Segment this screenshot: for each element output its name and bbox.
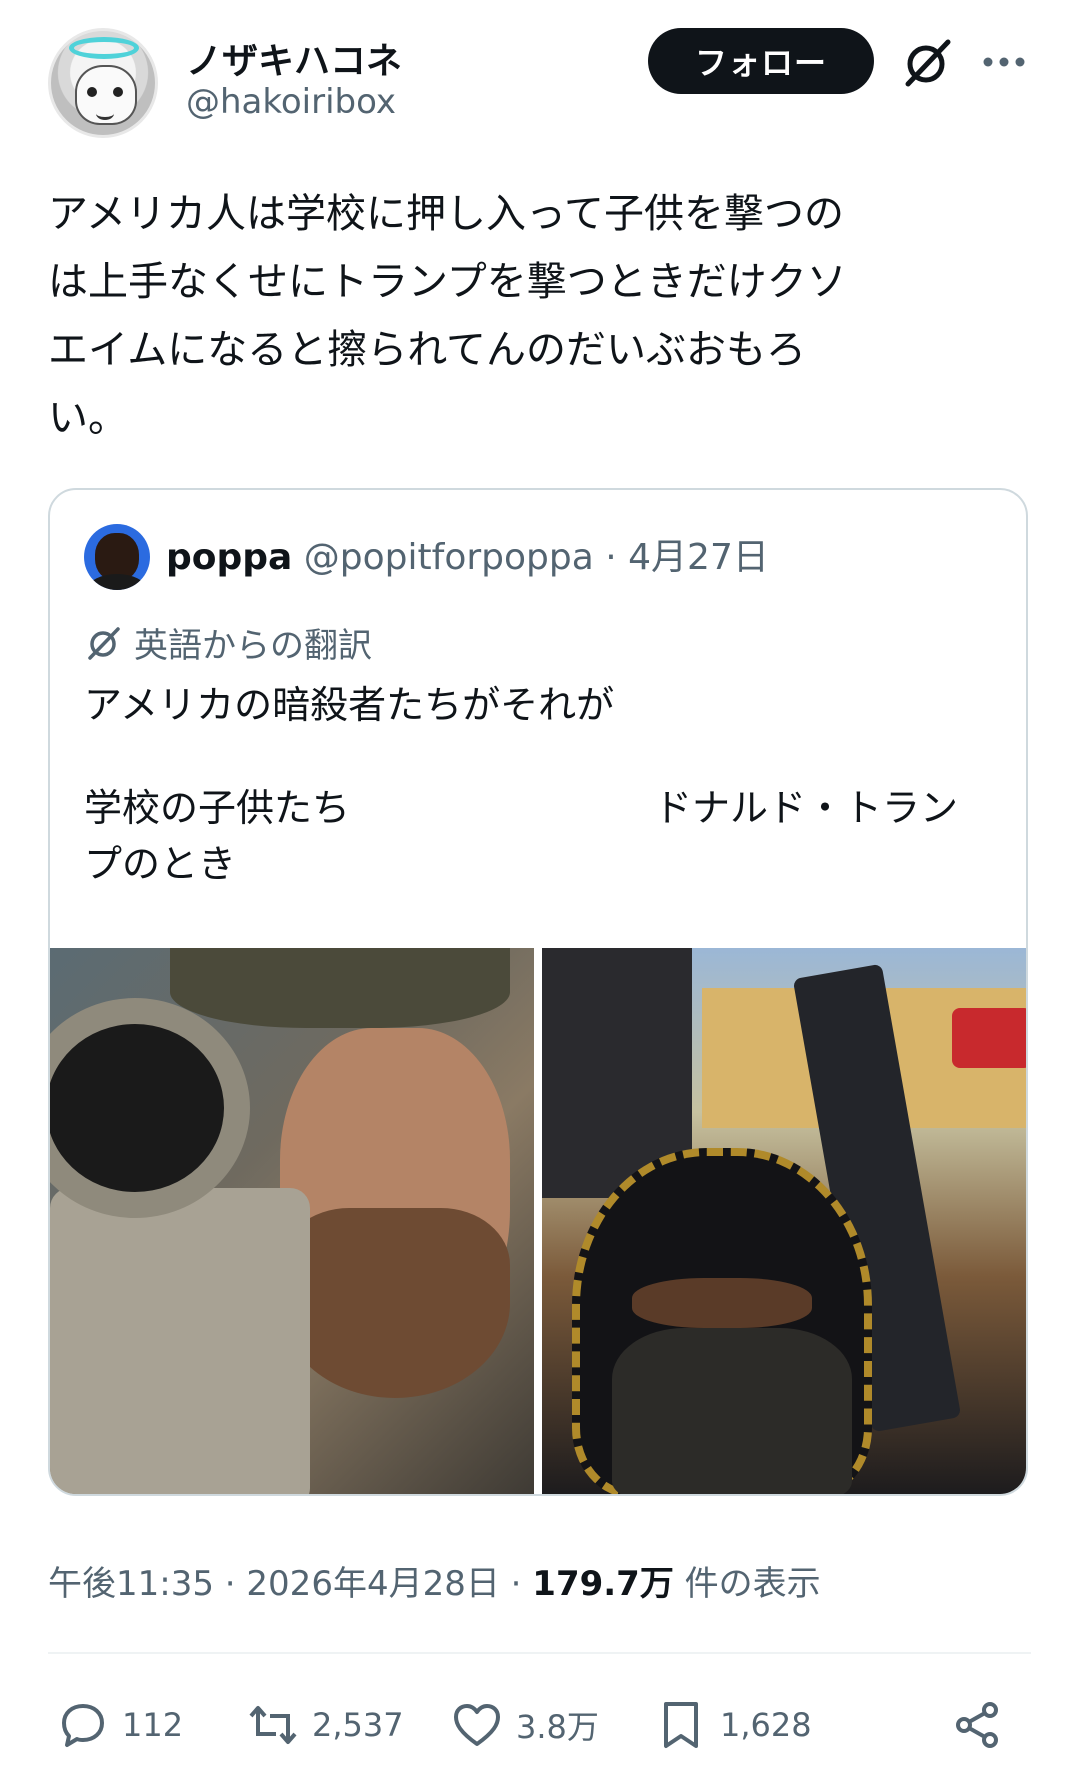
author-display-name[interactable]: ノザキハコネ [186, 32, 402, 84]
meta-separator: · [510, 1564, 522, 1604]
grok-icon[interactable] [900, 34, 956, 90]
meta-separator: · [224, 1564, 236, 1604]
reply-icon [62, 1704, 104, 1747]
quote-header: poppa @popitforpoppa · 4月27日 [166, 528, 769, 580]
image-eyes [632, 1278, 812, 1328]
like-count: 3.8万 [516, 1708, 599, 1746]
quote-separator: · [605, 537, 617, 578]
quote-avatar[interactable] [84, 524, 150, 590]
quote-avatar-shoulders [88, 574, 146, 590]
quote-caption-left: 学校の子供たち [84, 786, 351, 830]
reply-button[interactable]: 112 [56, 1690, 183, 1760]
more-icon[interactable] [976, 34, 1032, 90]
media-image-sniper[interactable] [50, 948, 534, 1494]
image-cap [170, 948, 510, 1028]
repost-count: 2,537 [312, 1706, 404, 1744]
share-button[interactable] [950, 1690, 1004, 1760]
bookmark-count: 1,628 [720, 1706, 812, 1744]
avatar-mouth [96, 107, 114, 120]
quote-media [50, 948, 1026, 1494]
tweet-text: アメリカ人は学校に押し入って子供を撃つの は上手なくせにトランプを撃つときだけク… [48, 191, 847, 441]
divider [48, 1652, 1031, 1654]
bookmark-button[interactable]: 1,628 [654, 1690, 812, 1760]
author-avatar[interactable] [48, 28, 158, 138]
avatar-halo [69, 37, 139, 59]
reply-count: 112 [122, 1706, 184, 1744]
action-bar: 112 2,537 3.8万 1,628 [48, 1690, 1031, 1760]
avatar-eye-left [87, 87, 97, 97]
repost-icon [249, 1706, 297, 1744]
bookmark-icon [664, 1702, 698, 1748]
avatar-eye-right [113, 87, 123, 97]
translation-label: 英語からの翻訳 [84, 618, 372, 667]
quote-caption-right: ドナルド・トラン [654, 786, 959, 830]
image-rifle-stock [50, 1188, 310, 1494]
like-icon [454, 1704, 500, 1746]
repost-button[interactable]: 2,537 [246, 1690, 404, 1760]
tweet-time[interactable]: 午後11:35 [48, 1564, 214, 1604]
view-label: 件の表示 [684, 1564, 821, 1604]
quote-author-handle[interactable]: @popitforpoppa [304, 537, 594, 578]
tweet-header: ノザキハコネ @hakoiribox フォロー [48, 28, 1031, 143]
like-button[interactable]: 3.8万 [450, 1690, 599, 1760]
image-beard [280, 1208, 510, 1398]
quote-text-line3: プのとき [84, 842, 237, 886]
view-count: 179.7万 [532, 1564, 674, 1604]
image-sign [952, 1008, 1026, 1068]
tweet-date[interactable]: 2026年4月28日 [246, 1564, 499, 1604]
share-icon [956, 1702, 998, 1748]
quote-author-name[interactable]: poppa [166, 537, 292, 578]
tweet-meta: 午後11:35 · 2026年4月28日 · 179.7万 件の表示 [48, 1556, 821, 1605]
media-image-masked-man[interactable] [542, 948, 1026, 1494]
image-scope [50, 998, 250, 1218]
author-handle[interactable]: @hakoiribox [186, 82, 396, 122]
quote-text-line1: アメリカの暗殺者たちがそれが [84, 683, 615, 727]
quote-tweet[interactable]: poppa @popitforpoppa · 4月27日 英語からの翻訳 アメリ… [48, 488, 1028, 1496]
image-mask [612, 1328, 852, 1494]
translate-icon [88, 626, 120, 660]
translation-text: 英語からの翻訳 [134, 626, 372, 666]
quote-date[interactable]: 4月27日 [628, 537, 769, 578]
follow-button[interactable]: フォロー [648, 28, 874, 94]
